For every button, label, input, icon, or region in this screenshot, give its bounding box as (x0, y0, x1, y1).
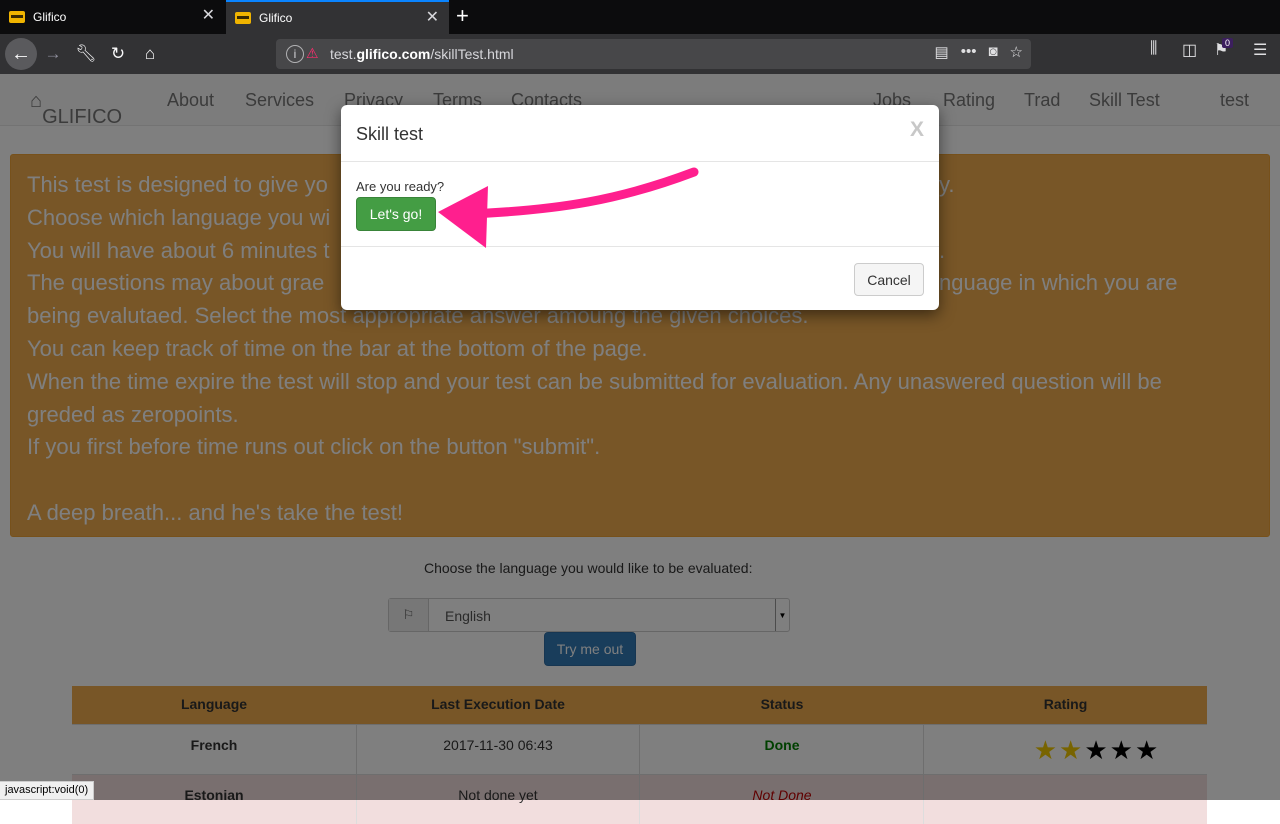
annotation-arrow (438, 167, 699, 248)
browser-status-bar: javascript:void(0) (0, 781, 95, 800)
arrow-head (438, 186, 488, 248)
arrow-shaft (465, 167, 699, 219)
